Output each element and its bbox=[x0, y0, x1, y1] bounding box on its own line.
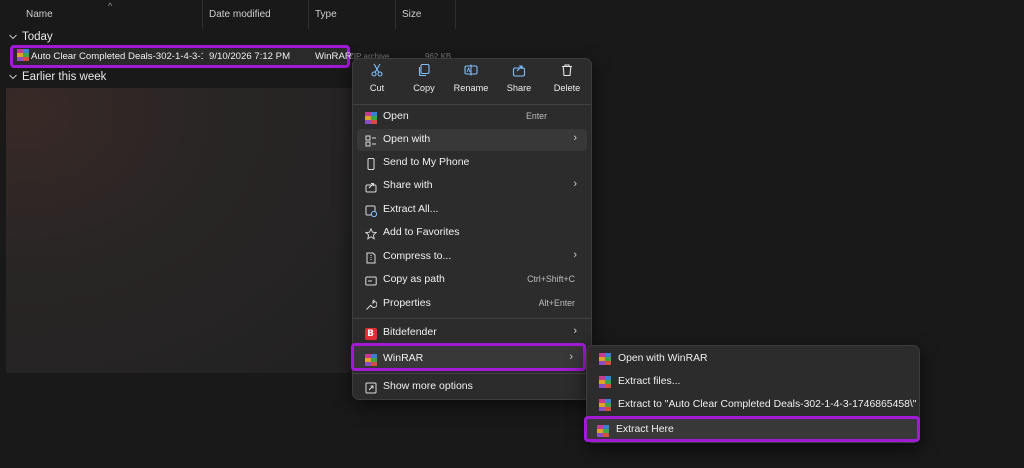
file-name: Auto Clear Completed Deals-302-1-4-3-1..… bbox=[31, 51, 203, 62]
scissors-icon bbox=[355, 63, 399, 80]
winrar-icon bbox=[597, 425, 610, 438]
compress-icon bbox=[364, 251, 377, 264]
menu-item-label: WinRAR bbox=[383, 352, 424, 364]
copy-label: Copy bbox=[413, 83, 435, 93]
menu-item-label: Copy as path bbox=[383, 273, 445, 285]
menu-item-label: Compress to... bbox=[383, 250, 452, 262]
column-date-modified[interactable]: Date modified bbox=[203, 0, 309, 29]
group-today-label: Today bbox=[22, 31, 53, 43]
file-row-selected[interactable]: Auto Clear Completed Deals-302-1-4-3-1..… bbox=[10, 45, 352, 68]
menu-item-send-to-phone[interactable]: Send to My Phone bbox=[357, 152, 587, 174]
extract-all-icon bbox=[364, 204, 377, 217]
menu-item-shortcut: Alt+Enter bbox=[538, 298, 575, 308]
menu-item-show-more-options[interactable]: Show more options bbox=[357, 376, 587, 398]
menu-item-label: Send to My Phone bbox=[383, 156, 470, 168]
delete-button[interactable]: Delete bbox=[545, 63, 589, 101]
menu-item-label: Open bbox=[383, 110, 409, 122]
delete-label: Delete bbox=[553, 83, 581, 93]
phone-icon bbox=[364, 157, 377, 170]
group-today[interactable]: Today bbox=[8, 31, 53, 43]
menu-item-properties[interactable]: Properties Alt+Enter bbox=[357, 293, 587, 315]
column-type[interactable]: Type bbox=[309, 0, 396, 29]
group-earlier-this-week[interactable]: Earlier this week bbox=[8, 71, 106, 83]
file-date: 9/10/2026 7:12 PM bbox=[209, 51, 291, 62]
context-menu: Cut Copy Rename Share Delete Open Enter … bbox=[351, 58, 592, 400]
menu-item-extract-all[interactable]: Extract All... bbox=[357, 199, 587, 221]
menu-item-shortcut: Enter bbox=[525, 111, 547, 121]
menu-divider bbox=[353, 104, 591, 105]
menu-item-open[interactable]: Open Enter bbox=[357, 106, 587, 128]
menu-item-add-to-favorites[interactable]: Add to Favorites bbox=[357, 222, 587, 244]
submenu-item-extract-here[interactable]: Extract Here bbox=[584, 416, 920, 442]
group-earlier-label: Earlier this week bbox=[22, 71, 107, 83]
trash-icon bbox=[545, 63, 589, 80]
chevron-right-icon: › bbox=[569, 351, 573, 363]
submenu-item-extract-files[interactable]: Extract files... bbox=[592, 371, 914, 393]
more-options-icon bbox=[364, 381, 377, 394]
chevron-right-icon: › bbox=[573, 178, 577, 190]
share-button[interactable]: Share bbox=[497, 63, 541, 101]
winrar-icon bbox=[599, 353, 612, 366]
rename-label: Rename bbox=[453, 83, 489, 93]
rename-button[interactable]: Rename bbox=[449, 63, 493, 101]
winrar-icon bbox=[364, 353, 377, 366]
menu-item-shortcut: Ctrl+Shift+C bbox=[527, 274, 575, 284]
column-size[interactable]: Size bbox=[396, 0, 456, 29]
copy-icon bbox=[402, 63, 446, 80]
blurred-file-list bbox=[6, 88, 352, 373]
chevron-right-icon: › bbox=[573, 132, 577, 144]
bitdefender-icon: B bbox=[364, 327, 377, 340]
chevron-down-icon bbox=[8, 72, 18, 82]
menu-item-winrar[interactable]: WinRAR › bbox=[351, 343, 586, 371]
submenu-item-label: Extract files... bbox=[618, 376, 681, 387]
winrar-icon bbox=[364, 111, 377, 124]
chevron-down-icon bbox=[8, 32, 18, 42]
submenu-item-label: Extract Here bbox=[616, 424, 674, 435]
share-icon bbox=[497, 63, 541, 80]
share-label: Share bbox=[506, 83, 532, 93]
menu-item-label: Share with bbox=[383, 179, 433, 191]
submenu-item-label: Extract to "Auto Clear Completed Deals-3… bbox=[618, 399, 917, 410]
winrar-icon bbox=[599, 399, 612, 412]
cut-button[interactable]: Cut bbox=[355, 63, 399, 101]
submenu-item-open-with-winrar[interactable]: Open with WinRAR bbox=[592, 348, 914, 370]
open-with-icon bbox=[364, 134, 377, 147]
submenu-item-label: Open with WinRAR bbox=[618, 353, 708, 364]
cut-label: Cut bbox=[369, 83, 385, 93]
menu-item-copy-as-path[interactable]: Copy as path Ctrl+Shift+C bbox=[357, 269, 587, 291]
star-icon bbox=[364, 227, 377, 240]
winrar-icon bbox=[599, 376, 612, 389]
column-header-bar: ^ Name Date modified Type Size bbox=[0, 0, 1024, 29]
menu-item-compress-to[interactable]: Compress to... › bbox=[357, 246, 587, 268]
menu-item-label: Bitdefender bbox=[383, 326, 437, 338]
winrar-submenu: Open with WinRAR Extract files... Extrac… bbox=[584, 345, 920, 443]
chevron-right-icon: › bbox=[573, 249, 577, 261]
submenu-item-extract-to-folder[interactable]: Extract to "Auto Clear Completed Deals-3… bbox=[592, 394, 917, 416]
menu-item-open-with[interactable]: Open with › bbox=[357, 129, 587, 151]
wrench-icon bbox=[364, 298, 377, 311]
menu-divider bbox=[353, 373, 591, 374]
menu-item-label: Properties bbox=[383, 297, 431, 309]
context-toolbar: Cut Copy Rename Share Delete bbox=[353, 59, 591, 103]
menu-item-label: Show more options bbox=[383, 380, 473, 392]
copy-button[interactable]: Copy bbox=[402, 63, 446, 101]
menu-item-label: Extract All... bbox=[383, 203, 439, 215]
menu-item-label: Add to Favorites bbox=[383, 226, 460, 238]
menu-item-label: Open with bbox=[383, 133, 431, 145]
menu-item-bitdefender[interactable]: B Bitdefender › bbox=[357, 322, 587, 344]
menu-item-share-with[interactable]: Share with › bbox=[357, 175, 587, 197]
menu-divider bbox=[353, 318, 591, 319]
share-with-icon bbox=[364, 180, 377, 193]
chevron-right-icon: › bbox=[573, 325, 577, 337]
copy-path-icon bbox=[364, 274, 377, 287]
winrar-file-icon bbox=[17, 49, 31, 66]
column-name[interactable]: Name bbox=[20, 0, 203, 29]
rename-icon bbox=[449, 63, 493, 80]
